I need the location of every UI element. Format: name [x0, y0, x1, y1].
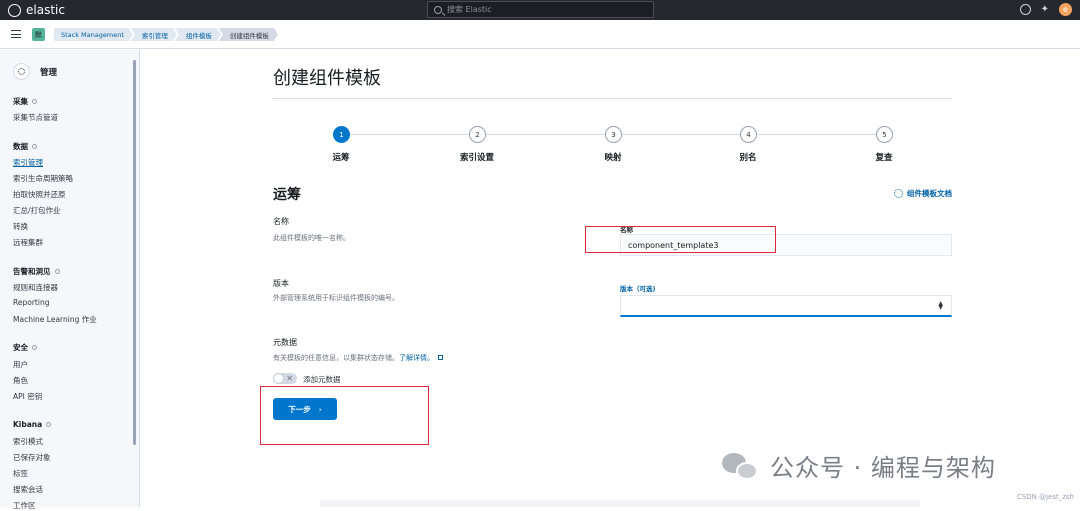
logo-text: elastic [26, 3, 65, 17]
info-icon [32, 144, 37, 149]
main-content: 创建组件模板 1 2 3 4 5 运筹 索引设置 映射 别名 复查 运筹 组件模… [140, 50, 1080, 507]
breadcrumb-component-templates[interactable]: 组件模板 [175, 28, 221, 41]
add-metadata-label[interactable]: 添加元数据 [303, 374, 341, 385]
sidebar-item-saved-objects[interactable]: 已保存对象 [13, 452, 51, 463]
search-placeholder: 搜索 Elastic [447, 5, 492, 14]
sidebar-item-index-patterns[interactable]: 索引模式 [13, 436, 43, 447]
info-icon [46, 422, 52, 427]
step-5-circle[interactable]: 5 [876, 126, 893, 143]
global-search-input[interactable]: 搜索 Elastic [427, 1, 654, 18]
sidebar-item-api-keys[interactable]: API 密钥 [13, 391, 42, 402]
sidebar-group-alerts: 告警和洞见 [13, 266, 60, 277]
step-1-label[interactable]: 运筹 [301, 151, 381, 163]
breadcrumb: Stack Management 索引管理 组件模板 创建组件模板 [54, 28, 276, 41]
sidebar-item-spaces[interactable]: 工作区 [13, 500, 36, 511]
step-3-label[interactable]: 映射 [573, 151, 653, 163]
info-icon [54, 269, 60, 274]
watermark-text: 公众号 · 编程与架构 [770, 454, 996, 482]
sidebar-group-security: 安全 [13, 342, 37, 353]
breadcrumb-stack-management[interactable]: Stack Management [54, 28, 133, 41]
sidebar-item-rollup-jobs[interactable]: 汇总/打包作业 [13, 205, 61, 216]
external-link-icon [438, 355, 443, 360]
step-4-circle[interactable]: 4 [740, 126, 757, 143]
number-stepper-icon[interactable]: ▲ ▼ [938, 301, 943, 311]
step-4-label[interactable]: 别名 [708, 151, 788, 163]
sidebar-item-rules-connectors[interactable]: 规则和连接器 [13, 282, 58, 293]
search-icon [434, 5, 442, 14]
wechat-icon [722, 451, 760, 481]
docs-icon [894, 189, 903, 198]
component-template-docs-link[interactable]: 组件模板文档 [894, 188, 952, 199]
version-number-input[interactable]: ▲ ▼ [620, 295, 952, 317]
sidebar-group-kibana: Kibana [13, 420, 52, 429]
elastic-logo[interactable]: elastic [8, 3, 65, 17]
name-field-description: 此组件模板的唯一名称。 [273, 234, 350, 242]
top-header: elastic 搜索 Elastic ✦ e [0, 0, 1080, 20]
highlight-box-next [260, 386, 429, 445]
newsfeed-icon[interactable]: ✦ [1041, 4, 1049, 16]
highlight-box-name [585, 226, 776, 253]
sidebar-group-data: 数据 [13, 141, 37, 152]
sidebar-item-ml-jobs[interactable]: Machine Learning 作业 [13, 314, 97, 325]
metadata-field-title: 元数据 [273, 338, 297, 347]
sidebar-item-index-management[interactable]: 索引管理 [13, 157, 43, 168]
sidebar-title: 管理 [40, 67, 58, 78]
sidebar-item-reporting[interactable]: Reporting [13, 298, 49, 307]
step-3-circle[interactable]: 3 [605, 126, 622, 143]
metadata-field-description: 有关模板的任意信息，以集群状态存储。了解详情。 [273, 353, 443, 363]
sidebar-group-ingest: 采集 [13, 96, 37, 107]
step-2-label[interactable]: 索引设置 [437, 151, 517, 163]
section-title: 运筹 [273, 187, 301, 203]
info-icon [32, 99, 37, 104]
space-selector[interactable]: 默 [32, 28, 45, 41]
sidebar-scrollbar[interactable] [133, 60, 136, 445]
sidebar-item-remote-clusters[interactable]: 远程集群 [13, 237, 43, 248]
breadcrumb-bar: 默 Stack Management 索引管理 组件模板 创建组件模板 [0, 20, 1080, 49]
sidebar: 管理 采集 采集节点管道 数据 索引管理 索引生命周期策略 拍取快照并还原 汇总… [0, 50, 140, 510]
name-field-title: 名称 [273, 217, 289, 226]
add-metadata-toggle[interactable]: ✕ [273, 373, 297, 384]
sidebar-item-ilm-policies[interactable]: 索引生命周期策略 [13, 173, 73, 184]
close-icon: ✕ [286, 374, 293, 383]
help-icon[interactable] [1019, 4, 1031, 15]
version-input-label: 版本（可选) [620, 285, 656, 293]
title-divider [273, 98, 952, 99]
page-title: 创建组件模板 [273, 68, 381, 89]
breadcrumb-current-page: 创建组件模板 [219, 28, 278, 41]
csdn-credit: CSDN @jest_zsh [1016, 493, 1074, 501]
sidebar-item-users[interactable]: 用户 [13, 359, 28, 370]
version-field-title: 版本 [273, 279, 289, 288]
step-1-circle[interactable]: 1 [333, 126, 350, 143]
toggle-knob [273, 373, 284, 384]
version-field-description: 外部管理系统用于标识组件模板的编号。 [273, 294, 399, 302]
gear-icon [13, 63, 30, 80]
sidebar-item-ingest-pipelines[interactable]: 采集节点管道 [13, 112, 58, 123]
user-avatar[interactable]: e [1059, 3, 1072, 16]
elastic-logo-icon [8, 3, 21, 17]
sidebar-item-tags[interactable]: 标签 [13, 468, 28, 479]
step-2-circle[interactable]: 2 [469, 126, 486, 143]
learn-more-link[interactable]: 了解详情。 [399, 354, 434, 362]
sidebar-item-search-sessions[interactable]: 搜索会话 [13, 484, 43, 495]
sidebar-item-transforms[interactable]: 转换 [13, 221, 28, 232]
sidebar-item-roles[interactable]: 角色 [13, 375, 28, 386]
info-icon [32, 345, 37, 350]
menu-icon[interactable] [11, 30, 21, 38]
step-5-label[interactable]: 复查 [844, 151, 924, 163]
bottom-bar [320, 500, 920, 507]
breadcrumb-index-management[interactable]: 索引管理 [131, 28, 177, 41]
watermark: 公众号 · 编程与架构 [722, 448, 996, 483]
sidebar-item-snapshot-restore[interactable]: 拍取快照并还原 [13, 189, 66, 200]
